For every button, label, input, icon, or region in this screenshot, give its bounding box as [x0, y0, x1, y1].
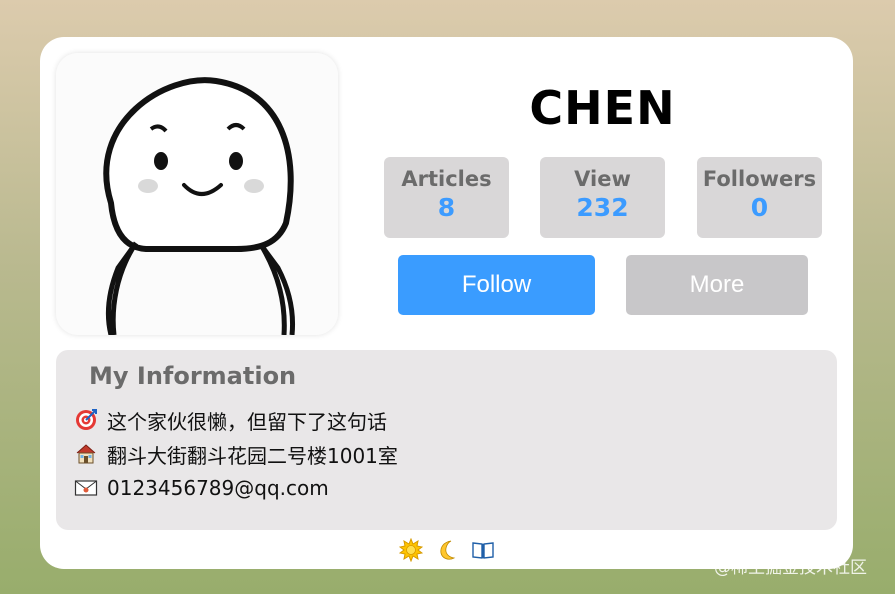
info-title: My Information: [89, 362, 297, 390]
stat-value: 8: [437, 193, 456, 222]
stat-articles[interactable]: Articles 8: [384, 157, 509, 238]
info-item-text: 0123456789@qq.com: [107, 476, 329, 500]
stat-view[interactable]: View 232: [540, 157, 665, 238]
profile-name: CHEN: [529, 81, 676, 135]
target-icon: [73, 407, 99, 433]
profile-card: CHEN Articles 8 View 232 Followers 0 Fol…: [40, 37, 853, 569]
follow-button[interactable]: Follow: [398, 255, 595, 315]
info-item-text: 这个家伙很懒，但留下了这句话: [107, 409, 387, 434]
info-panel: My Information 这个家伙很懒，但留下了这句话 翻斗大街翻斗花园二号…: [56, 350, 837, 530]
stat-value: 232: [576, 193, 629, 222]
info-item-bio: 这个家伙很懒，但留下了这句话: [73, 406, 387, 434]
info-item-text: 翻斗大街翻斗花园二号楼1001室: [107, 443, 398, 468]
avatar: [56, 53, 338, 335]
stat-followers[interactable]: Followers 0: [697, 157, 822, 238]
house-icon: [73, 441, 99, 467]
book-icon[interactable]: [470, 537, 496, 563]
moon-icon[interactable]: [434, 537, 460, 563]
info-item-email: 0123456789@qq.com: [73, 474, 329, 502]
stat-value: 0: [750, 193, 769, 222]
stat-label: Followers: [702, 167, 817, 191]
sun-icon[interactable]: [398, 537, 424, 563]
envelope-icon: [73, 475, 99, 501]
footer-icon-bar: [398, 537, 496, 563]
stat-label: View: [574, 167, 631, 191]
stat-label: Articles: [401, 167, 492, 191]
avatar-image: [56, 53, 338, 335]
more-button[interactable]: More: [626, 255, 808, 315]
info-item-address: 翻斗大街翻斗花园二号楼1001室: [73, 440, 398, 468]
watermark-text: @稀土掘金技术社区: [714, 558, 867, 578]
